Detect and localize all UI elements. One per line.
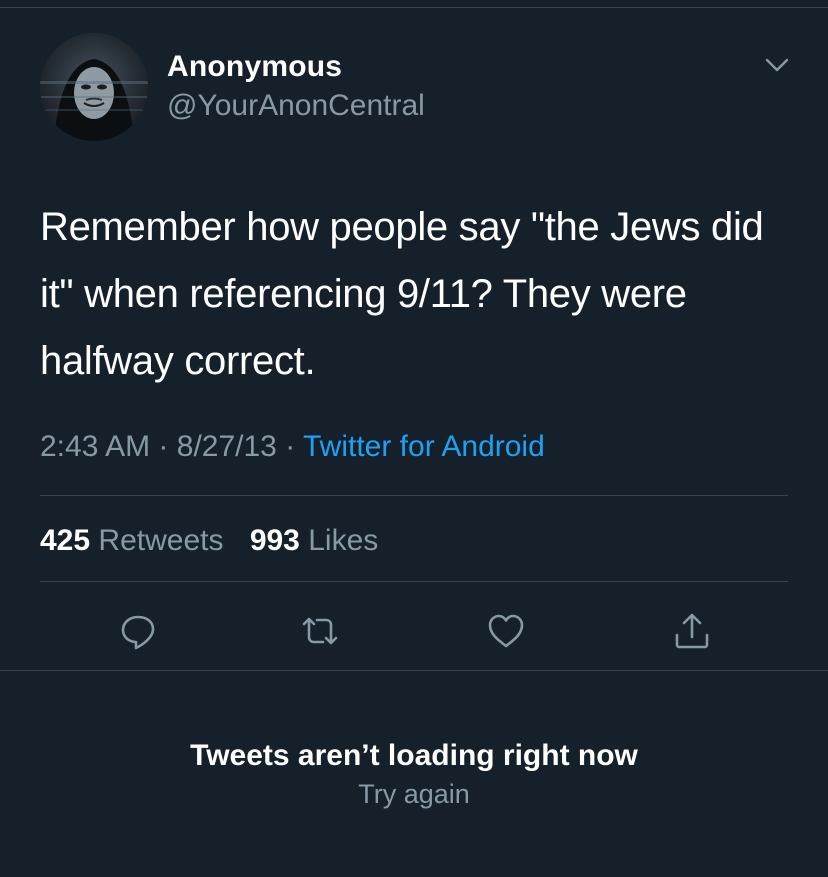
tweet-detail-screen: Anonymous @YourAnonCentral Remember how …	[0, 0, 828, 877]
tweet-source-link[interactable]: Twitter for Android	[303, 430, 545, 463]
author-handle[interactable]: @YourAnonCentral	[167, 89, 425, 123]
likes-stat[interactable]: 993 Likes	[250, 524, 378, 557]
chevron-down-icon[interactable]	[764, 55, 790, 75]
share-icon[interactable]	[670, 609, 714, 653]
divider	[40, 495, 788, 496]
divider	[40, 581, 788, 582]
meta-separator: ·	[158, 430, 169, 463]
retry-container: Try again	[0, 779, 828, 810]
section-divider	[0, 670, 828, 671]
tweet-date: 8/27/13	[176, 430, 277, 463]
try-again-button[interactable]: Try again	[358, 779, 470, 809]
author-name[interactable]: Anonymous	[167, 50, 342, 84]
retweet-icon[interactable]	[298, 609, 342, 653]
retweets-count: 425	[40, 524, 91, 557]
tweet-stats: 425 Retweets 993 Likes	[40, 524, 396, 558]
tweet-time: 2:43 AM	[40, 430, 151, 463]
tweet-metadata: 2:43 AM · 8/27/13 · Twitter for Android	[40, 430, 545, 464]
likes-count: 993	[249, 524, 300, 557]
hooded-mask-icon	[40, 59, 148, 141]
tweet-text: Remember how people say "the Jews did it…	[40, 205, 764, 383]
error-message: Tweets aren’t loading right now	[190, 739, 638, 772]
meta-separator: ·	[285, 430, 296, 463]
like-icon[interactable]	[484, 609, 528, 653]
retweets-label: Retweets	[98, 524, 224, 557]
top-divider	[0, 7, 828, 8]
reply-icon[interactable]	[116, 609, 160, 653]
retweets-stat[interactable]: 425 Retweets	[40, 524, 223, 557]
avatar[interactable]	[40, 33, 148, 141]
likes-label: Likes	[308, 524, 379, 557]
